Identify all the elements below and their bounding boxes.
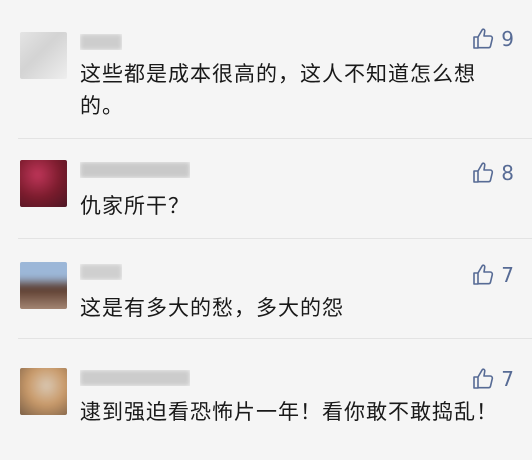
comment-text: 这些都是成本很高的，这人不知道怎么想的。 (80, 62, 476, 118)
username[interactable] (80, 370, 190, 386)
thumbs-up-icon (473, 368, 494, 389)
like-count: 7 (501, 263, 514, 287)
like-button[interactable]: 7 (471, 366, 514, 392)
avatar[interactable] (20, 32, 67, 79)
username[interactable] (80, 264, 122, 280)
like-button[interactable]: 7 (471, 262, 514, 288)
comment-item: 7 这是有多大的愁，多大的怨 (0, 238, 532, 338)
thumbs-up-icon (473, 28, 494, 49)
comment-text: 逮到强迫看恐怖片一年！看你敢不敢捣乱！ (80, 400, 498, 424)
username[interactable] (80, 34, 122, 50)
username[interactable] (80, 162, 190, 178)
thumbs-up-icon (473, 264, 494, 285)
comment-text: 这是有多大的愁，多大的怨 (80, 296, 344, 320)
like-count: 7 (501, 367, 514, 391)
avatar[interactable] (20, 368, 67, 415)
like-count: 9 (501, 27, 514, 51)
avatar[interactable] (20, 262, 67, 309)
like-button[interactable]: 8 (471, 160, 514, 186)
comment-item: 9 这些都是成本很高的，这人不知道怎么想的。 (0, 0, 532, 138)
comment-item: 7 逮到强迫看恐怖片一年！看你敢不敢捣乱！ (0, 338, 532, 460)
like-count: 8 (501, 161, 514, 185)
like-button[interactable]: 9 (471, 26, 514, 52)
comment-item: 8 仇家所干？ (0, 138, 532, 238)
avatar[interactable] (20, 160, 67, 207)
thumbs-up-icon (473, 162, 494, 183)
comment-list: 9 这些都是成本很高的，这人不知道怎么想的。 8 仇家所干？ 7 这是有多大的愁… (0, 0, 532, 460)
comment-text: 仇家所干？ (80, 194, 190, 218)
